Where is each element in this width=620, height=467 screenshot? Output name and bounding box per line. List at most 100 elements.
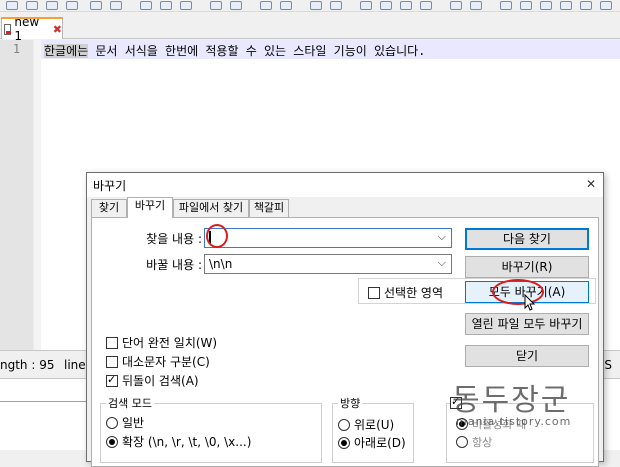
tab-bookmark[interactable]: 책갈피: [249, 199, 289, 217]
replace-button[interactable]: 바꾸기(R): [465, 256, 589, 278]
open-file-icon[interactable]: [26, 1, 38, 10]
plugin-icon[interactable]: [600, 1, 612, 10]
checked-checkbox-icon: [106, 373, 118, 387]
whole-word-label: 단어 완전 일치(W): [122, 336, 218, 350]
document-tabbar: new 1 ✖: [0, 12, 620, 43]
close-button[interactable]: 닫기: [465, 345, 589, 367]
toolbar: [0, 0, 620, 12]
line-number: 1: [12, 42, 21, 56]
document-tab[interactable]: new 1 ✖: [1, 15, 63, 43]
function-list-icon[interactable]: [470, 1, 482, 10]
radio-selected-icon: [106, 436, 118, 448]
annotation-circle-replace-all: [492, 279, 544, 305]
direction-down-radio[interactable]: 아래로(D): [338, 434, 406, 451]
search-mode-normal-label: 일반: [122, 416, 145, 430]
zoom-in-icon[interactable]: [310, 1, 322, 10]
find-next-button[interactable]: 다음 찾기: [465, 228, 589, 250]
search-mode-title: 검색 모드: [106, 395, 154, 411]
wrap-around-checkbox[interactable]: 뒤돌이 검색(A): [106, 372, 199, 389]
find-icon[interactable]: [260, 1, 272, 10]
radio-icon: [456, 436, 468, 448]
print-icon[interactable]: [110, 1, 122, 10]
direction-down-label: 아래로(D): [354, 436, 406, 450]
highlighted-text: 한글에는: [44, 44, 89, 58]
search-mode-extended-label: 확장 (\n, \r, \t, \0, \x...): [122, 435, 252, 449]
replace-label: 바꿀 내용 :: [146, 258, 202, 272]
line-number-gutter: 1: [0, 40, 33, 350]
in-selection-label: 선택한 영역: [384, 286, 444, 300]
cut-icon[interactable]: [140, 1, 152, 10]
play-macro-icon[interactable]: [540, 1, 552, 10]
stop-macro-icon[interactable]: [520, 1, 532, 10]
run-macro-icon[interactable]: [560, 1, 572, 10]
transparency-checkbox[interactable]: [450, 395, 466, 410]
copy-icon[interactable]: [160, 1, 172, 10]
replace-input[interactable]: \n\n ⌵: [204, 254, 452, 274]
paste-icon[interactable]: [180, 1, 192, 10]
divider: [0, 401, 90, 402]
save-icon[interactable]: [46, 1, 58, 10]
save-all-icon[interactable]: [66, 1, 78, 10]
radio-selected-icon: [338, 437, 350, 449]
direction-title: 방향: [338, 395, 363, 411]
sync-scroll-icon[interactable]: [360, 1, 372, 10]
radio-selected-icon: [456, 418, 468, 430]
chevron-down-icon[interactable]: ⌵: [438, 230, 446, 244]
wrap-around-label: 뒤돌이 검색(A): [122, 374, 199, 388]
direction-up-radio[interactable]: 위로(U): [338, 416, 394, 433]
show-all-chars-icon[interactable]: [400, 1, 412, 10]
document-tab-label: new 1: [14, 15, 40, 43]
transparency-always-label: 항상: [472, 436, 493, 449]
close-tab-icon[interactable]: ✖: [53, 23, 62, 36]
record-macro-icon[interactable]: [500, 1, 512, 10]
mouse-pointer-icon: [524, 294, 536, 311]
document-icon: [4, 23, 12, 35]
whole-word-checkbox[interactable]: 단어 완전 일치(W): [106, 334, 217, 351]
close-file-icon[interactable]: [90, 1, 102, 10]
search-mode-extended-radio[interactable]: 확장 (\n, \r, \t, \0, \x...): [106, 433, 251, 450]
checked-checkbox-icon: [450, 395, 462, 409]
match-case-checkbox[interactable]: 대소문자 구분(C): [106, 353, 210, 370]
radio-icon: [338, 419, 350, 431]
transparency-on-losing-focus-radio[interactable]: 비활성화 때: [456, 416, 526, 432]
zoom-out-icon[interactable]: [330, 1, 342, 10]
redo-icon[interactable]: [230, 1, 242, 10]
undo-icon[interactable]: [210, 1, 222, 10]
replace-dialog: 바꾸기 ✕ 찾기 바꾸기 파일에서 찾기 책갈피 찾을 내용 : ⌵ 다음 찾기…: [86, 172, 604, 467]
close-icon[interactable]: ✕: [583, 176, 599, 192]
checkbox-icon: [106, 337, 118, 349]
annotation-circle-find: [206, 224, 228, 248]
indent-guide-icon[interactable]: [420, 1, 432, 10]
replace-value: \n\n: [209, 257, 233, 271]
new-file-icon[interactable]: [6, 1, 18, 10]
radio-icon: [106, 417, 118, 429]
transparency-group: [446, 403, 594, 463]
find-input[interactable]: ⌵: [204, 228, 452, 248]
find-label: 찾을 내용 :: [146, 232, 202, 246]
dialog-title: 바꾸기: [93, 179, 127, 193]
checkbox-icon: [368, 287, 380, 299]
match-case-label: 대소문자 구분(C): [122, 355, 210, 369]
save-macro-icon[interactable]: [580, 1, 592, 10]
search-mode-normal-radio[interactable]: 일반: [106, 414, 144, 431]
tab-replace[interactable]: 바꾸기: [127, 197, 173, 218]
tab-find[interactable]: 찾기: [91, 199, 127, 217]
line-text: 문서 서식을 한번에 적용할 수 있는 스타일 기능이 있습니다.: [88, 44, 426, 58]
checkbox-icon: [106, 356, 118, 368]
direction-group: [332, 403, 414, 463]
replace-all-open-button[interactable]: 열린 파일 모두 바꾸기: [465, 313, 589, 335]
transparency-on-losing-focus-label: 비활성화 때: [472, 418, 527, 431]
chevron-down-icon[interactable]: ⌵: [438, 256, 446, 270]
replace-icon[interactable]: [280, 1, 292, 10]
doc-map-icon[interactable]: [450, 1, 462, 10]
fold-margin[interactable]: [33, 40, 41, 350]
replace-panel: 찾을 내용 : ⌵ 다음 찾기 바꿀 내용 : \n\n ⌵ 바꾸기(R) 선택…: [91, 217, 599, 467]
editor-line[interactable]: 한글에는 문서 서식을 한번에 적용할 수 있는 스타일 기능이 있습니다.: [41, 40, 620, 59]
transparency-always-radio[interactable]: 항상: [456, 434, 492, 450]
tab-find-in-files[interactable]: 파일에서 찾기: [173, 199, 249, 217]
direction-up-label: 위로(U): [354, 418, 395, 432]
in-selection-checkbox[interactable]: 선택한 영역: [368, 284, 443, 301]
dialog-titlebar: 바꾸기 ✕: [87, 173, 603, 197]
word-wrap-icon[interactable]: [380, 1, 392, 10]
status-length: ngth : 95: [0, 357, 55, 372]
